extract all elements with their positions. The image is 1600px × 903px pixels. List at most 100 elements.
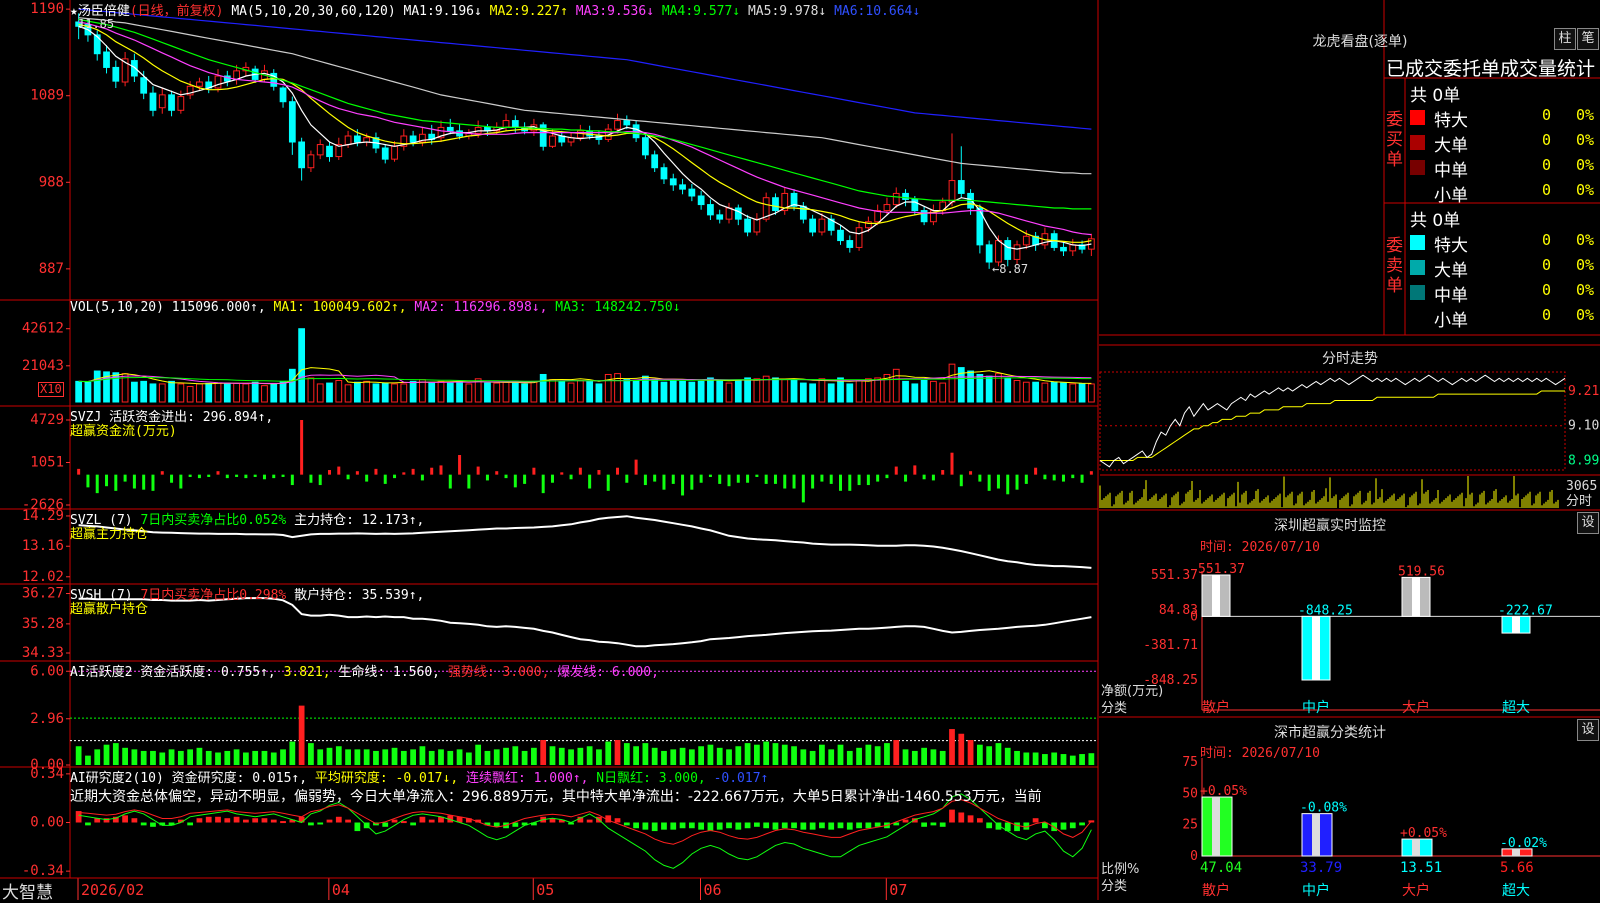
ai1-bar xyxy=(419,746,426,765)
ai1-bar xyxy=(317,749,324,765)
svzj-bar xyxy=(1080,474,1084,483)
candle-body xyxy=(307,154,315,169)
ai1-bar xyxy=(865,744,872,765)
volume-bar xyxy=(428,381,436,403)
ai2-bar xyxy=(772,822,779,830)
volume-bar xyxy=(688,381,696,403)
volume-bar xyxy=(818,378,826,403)
svzj-bar xyxy=(625,474,629,483)
svzj-bar xyxy=(820,474,824,482)
ai1-bar xyxy=(373,750,379,765)
intraday-vol-tick: 3065 xyxy=(1566,479,1597,494)
ai1-bar xyxy=(577,747,584,765)
svzj-bar xyxy=(346,474,350,480)
ai2-bar xyxy=(335,816,342,823)
candle-body xyxy=(818,218,826,233)
ai1-bar xyxy=(1042,754,1048,765)
svzj-bar xyxy=(262,474,266,480)
ai2-bar xyxy=(716,822,723,830)
ai1-bar xyxy=(447,750,454,765)
ai1-bar xyxy=(781,744,788,765)
sz-class-settings-button[interactable]: 设 xyxy=(1577,719,1599,741)
ai2-bar xyxy=(856,822,862,829)
svzj-bar xyxy=(857,474,861,486)
ai1-bar xyxy=(391,747,398,765)
ai1-bar xyxy=(949,729,955,765)
volume-bar xyxy=(158,383,166,403)
ai2-bar xyxy=(633,822,639,829)
svzj-bar xyxy=(188,474,192,477)
price-ma6-line xyxy=(78,8,1092,130)
candle-body xyxy=(985,244,993,263)
ai2-bar xyxy=(902,819,909,823)
ai1-bar xyxy=(549,746,556,765)
ai1-bar xyxy=(744,743,751,765)
volume-bar xyxy=(484,382,491,403)
ai2-bar xyxy=(828,822,835,830)
sz-monitor-category: 超大 xyxy=(1502,700,1530,716)
svzj-bar xyxy=(430,467,434,475)
sz-class-bar-highlight xyxy=(1312,813,1320,856)
ai1-bar xyxy=(688,749,695,765)
ai1-bar xyxy=(400,750,407,765)
sz-class-y-tick: 50 xyxy=(1182,786,1198,801)
svzj-bar xyxy=(337,466,341,475)
ai1-bar xyxy=(874,746,881,765)
candle-body xyxy=(734,207,742,220)
ai2-bar xyxy=(215,816,221,823)
ai1-bar xyxy=(196,747,203,765)
svzj-bar xyxy=(467,474,471,489)
intraday-frame xyxy=(1099,371,1566,471)
svzj-bar xyxy=(764,474,768,484)
volume-bar xyxy=(1004,377,1012,403)
svzj-bar xyxy=(197,474,201,479)
y-tick-svzj: 1051 xyxy=(30,455,64,471)
volume-bar xyxy=(744,377,751,403)
ai1-bar xyxy=(475,744,482,765)
ai1-bar xyxy=(503,747,509,765)
ai2-bar xyxy=(837,822,844,829)
volume-bar xyxy=(326,382,333,403)
ai2-bar xyxy=(1079,822,1085,826)
svzj-bar xyxy=(792,474,796,489)
ai1-bar xyxy=(270,752,277,765)
sz-monitor-settings-button[interactable]: 设 xyxy=(1577,512,1599,534)
y-tick-price: 988 xyxy=(39,174,64,190)
tick-view-button[interactable]: 笔 xyxy=(1577,28,1599,50)
ai1-bar xyxy=(410,749,416,765)
svzj-bar xyxy=(1024,474,1028,484)
ai1-bar xyxy=(856,747,862,765)
ai1-bar xyxy=(215,752,221,765)
bar-view-button[interactable]: 柱 xyxy=(1554,28,1576,50)
ai2-bar xyxy=(921,822,927,827)
ai2-bar xyxy=(243,819,249,823)
volume-bar xyxy=(223,382,231,403)
volume-bar xyxy=(576,380,584,403)
candle-body xyxy=(855,227,863,248)
volume-bar xyxy=(632,380,640,403)
svzj-bar xyxy=(987,474,991,491)
svzj-bar xyxy=(365,474,369,482)
ai1-bar xyxy=(531,747,537,765)
candle-body xyxy=(642,137,649,156)
sz-monitor-category: 大户 xyxy=(1402,699,1430,716)
svzj-bar xyxy=(476,466,480,475)
svzj-bar xyxy=(402,472,406,475)
ai1-bar xyxy=(112,743,119,765)
kline-chart-area[interactable]: 11901089988887426122104347291051-262614.… xyxy=(0,0,1600,900)
ai1-bar xyxy=(159,752,166,765)
volume-bar xyxy=(651,379,659,403)
candle-body xyxy=(456,130,463,137)
ai2-bar xyxy=(707,822,714,832)
volume-bar xyxy=(827,383,835,403)
sz-monitor-value-label: -222.67 xyxy=(1498,603,1553,618)
svzj-bar xyxy=(439,465,443,475)
ai1-bar xyxy=(233,749,240,765)
volume-ma1-line xyxy=(78,367,1092,385)
ai1-bar xyxy=(1014,750,1020,765)
volume-bar xyxy=(400,383,408,403)
sz-class-change-label: -0.02% xyxy=(1500,836,1547,851)
sz-class-value-label: 13.51 xyxy=(1400,860,1442,876)
ai2-bar xyxy=(131,818,138,823)
ai2-bar xyxy=(679,822,686,829)
